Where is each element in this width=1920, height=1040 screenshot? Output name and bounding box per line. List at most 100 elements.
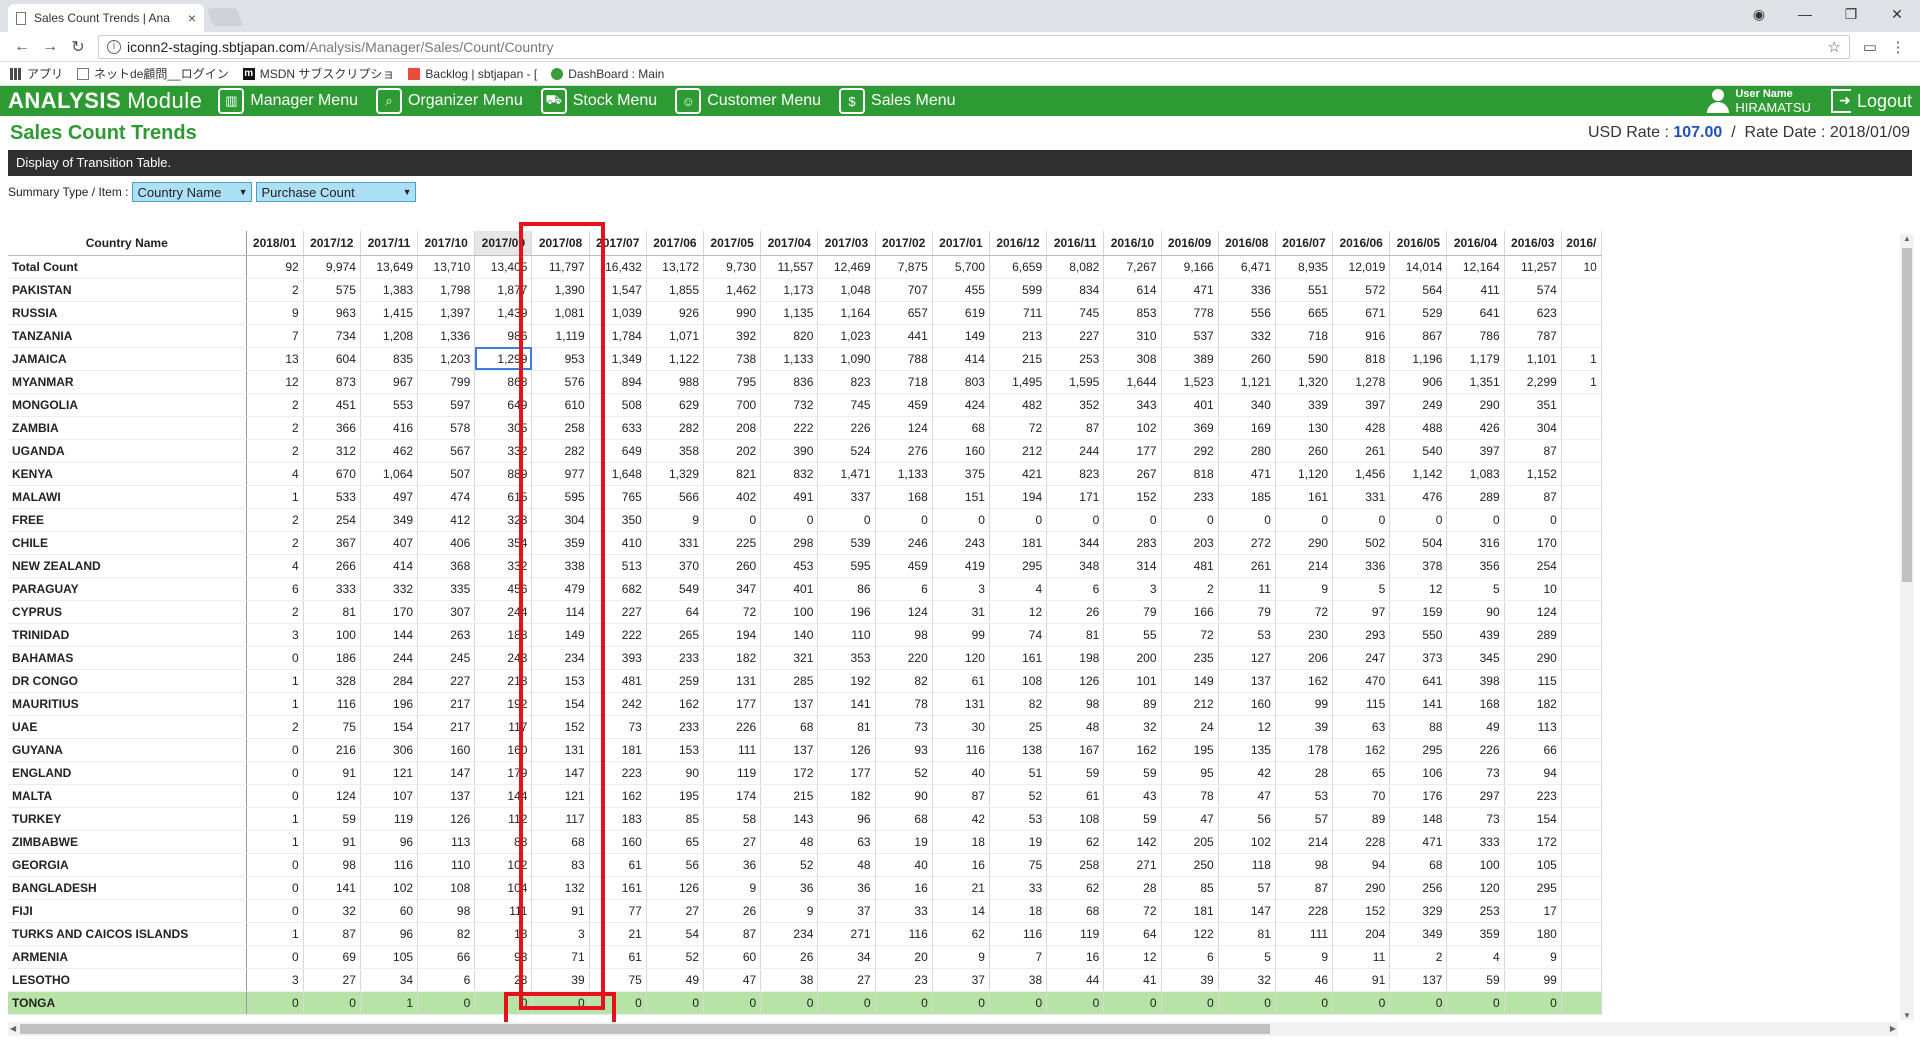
maximize-icon[interactable]: ❐ [1828,0,1874,28]
count-cell[interactable]: 137 [760,738,819,762]
count-cell[interactable]: 48 [817,853,876,877]
count-cell[interactable]: 110 [817,623,876,647]
count-cell[interactable]: 832 [760,462,819,486]
count-cell[interactable]: 160 [474,738,533,762]
count-cell[interactable]: 1,173 [760,278,819,302]
count-cell[interactable]: 233 [646,646,705,670]
count-cell[interactable]: 13,405 [474,255,533,279]
count-cell[interactable]: 0 [760,508,819,532]
count-cell[interactable]: 254 [1504,554,1562,578]
count-cell[interactable]: 11,797 [531,255,590,279]
count-cell[interactable]: 152 [1332,899,1391,923]
count-cell[interactable]: 0 [1218,508,1276,532]
count-cell[interactable]: 160 [589,830,647,854]
count-cell[interactable]: 787 [1504,324,1562,348]
count-cell[interactable]: 194 [989,485,1048,509]
count-cell[interactable]: 1,390 [531,278,590,302]
count-cell[interactable]: 28 [1275,761,1334,785]
count-cell[interactable]: 1,135 [760,301,819,325]
count-cell[interactable]: 88 [1389,715,1448,739]
count-cell[interactable]: 508 [589,393,647,417]
count-cell[interactable]: 33 [875,899,933,923]
count-cell[interactable]: 556 [1218,301,1276,325]
count-cell[interactable]: 1 [246,669,304,693]
count-cell[interactable]: 26 [703,899,762,923]
tab-close-icon[interactable]: × [188,10,196,26]
count-cell[interactable]: 32 [1218,968,1276,992]
count-cell[interactable]: 243 [932,531,990,555]
count-cell[interactable]: 502 [1332,531,1391,555]
column-header-month[interactable]: 2016/07 [1275,231,1334,256]
count-cell[interactable]: 66 [417,945,476,969]
count-cell[interactable]: 479 [531,577,590,601]
count-cell[interactable]: 99 [1275,692,1334,716]
count-cell[interactable]: 0 [1504,508,1562,532]
count-cell[interactable]: 293 [1332,623,1391,647]
count-cell[interactable]: 137 [1389,968,1448,992]
count-cell[interactable]: 14,014 [1389,255,1448,279]
count-cell[interactable]: 867 [1389,324,1448,348]
count-cell[interactable]: 24 [1161,715,1219,739]
count-cell[interactable]: 272 [1218,531,1276,555]
count-cell[interactable]: 5 [1218,945,1276,969]
count-cell[interactable]: 590 [1275,347,1334,371]
count-cell[interactable]: 1,179 [1446,347,1505,371]
count-cell[interactable] [1561,715,1602,739]
count-cell[interactable]: 108 [1046,807,1105,831]
count-cell[interactable]: 234 [760,922,819,946]
count-cell[interactable] [1561,485,1602,509]
count-cell[interactable]: 308 [1103,347,1162,371]
count-cell[interactable]: 17 [1504,899,1562,923]
count-cell[interactable]: 27 [646,899,705,923]
count-cell[interactable]: 1,383 [360,278,419,302]
count-cell[interactable]: 597 [417,393,476,417]
count-cell[interactable]: 347 [703,577,762,601]
info-icon[interactable]: i [107,39,121,54]
count-cell[interactable] [1561,853,1602,877]
count-cell[interactable]: 414 [932,347,990,371]
count-cell[interactable]: 788 [875,347,933,371]
count-cell[interactable]: 894 [589,370,647,394]
count-cell[interactable]: 13,710 [417,255,476,279]
count-cell[interactable]: 1,142 [1389,462,1448,486]
count-cell[interactable]: 406 [417,531,476,555]
count-cell[interactable]: 62 [1046,876,1105,900]
count-cell[interactable]: 488 [1389,416,1448,440]
country-name-cell[interactable]: ENGLAND [8,761,247,785]
count-cell[interactable] [1561,531,1602,555]
count-cell[interactable]: 198 [1046,646,1105,670]
count-cell[interactable]: 1,595 [1046,370,1105,394]
count-cell[interactable]: 795 [703,370,762,394]
count-cell[interactable]: 75 [589,968,647,992]
count-cell[interactable]: 119 [703,761,762,785]
count-cell[interactable]: 18 [989,899,1048,923]
count-cell[interactable]: 47 [703,968,762,992]
count-cell[interactable]: 2 [246,715,304,739]
count-cell[interactable]: 111 [474,899,533,923]
bookmark-item[interactable]: Backlog | sbtjapan - [ [408,67,537,81]
count-cell[interactable]: 356 [1446,554,1505,578]
count-cell[interactable]: 1,071 [646,324,705,348]
count-cell[interactable]: 359 [531,531,590,555]
count-cell[interactable]: 4 [246,462,304,486]
count-cell[interactable]: 11 [1218,577,1276,601]
count-cell[interactable]: 6,659 [989,255,1048,279]
count-cell[interactable]: 41 [1103,968,1162,992]
count-cell[interactable]: 3 [932,577,990,601]
scroll-thumb[interactable] [20,1024,1270,1034]
count-cell[interactable]: 49 [1446,715,1505,739]
menu-manager[interactable]: ▥ Manager Menu [218,88,358,114]
count-cell[interactable]: 19 [989,830,1048,854]
count-cell[interactable]: 27 [703,830,762,854]
count-cell[interactable]: 203 [1161,531,1219,555]
count-cell[interactable]: 9 [646,508,705,532]
count-cell[interactable]: 0 [932,508,990,532]
count-cell[interactable] [1561,830,1602,854]
count-cell[interactable]: 215 [989,347,1048,371]
count-cell[interactable]: 9 [703,876,762,900]
count-cell[interactable]: 117 [474,715,533,739]
country-name-cell[interactable]: MONGOLIA [8,393,247,417]
column-header-month[interactable]: 2016/08 [1218,231,1276,256]
country-name-cell[interactable]: BAHAMAS [8,646,247,670]
count-cell[interactable]: 162 [646,692,705,716]
